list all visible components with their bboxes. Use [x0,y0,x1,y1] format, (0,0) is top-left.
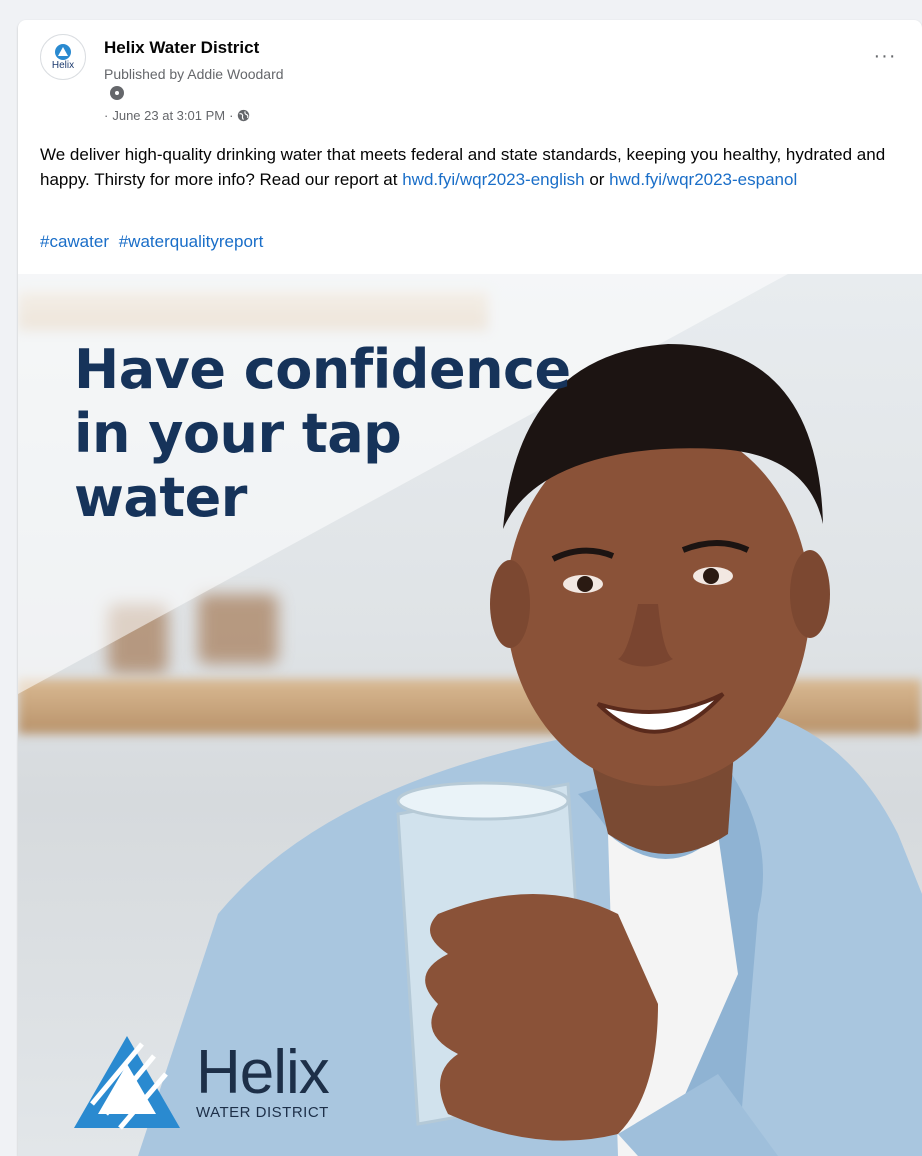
post-image[interactable]: Have confidence in your tap water Helix … [18,274,922,1156]
brand-name: Helix [196,1037,330,1107]
brand-words: Helix WATER DISTRICT [196,1037,330,1121]
page-avatar[interactable]: Helix [40,34,86,80]
hashtag-cawater[interactable]: #cawater [40,232,109,251]
headline-line-1: Have confidence [74,338,571,401]
post-meta: · June 23 at 3:01 PM · [104,108,250,123]
page-name-link[interactable]: Helix Water District [104,38,259,58]
headline-line-3: water [74,466,247,529]
post-timestamp[interactable]: June 23 at 3:01 PM [112,108,225,123]
body-text-2: or [584,170,610,189]
published-by: Published by Addie Woodard [104,66,284,82]
hashtags: #cawater #waterqualityreport [40,232,268,252]
location-pin-icon[interactable] [110,86,124,100]
meta-prefix: · [104,108,109,123]
meta-separator: · [229,108,234,123]
brand-subtitle: WATER DISTRICT [196,1103,329,1121]
helix-logo-icon [55,43,71,60]
avatar-text: Helix [51,59,75,71]
report-link-english[interactable]: hwd.fyi/wqr2023-english [402,170,584,189]
facebook-post: Helix Helix Water District Published by … [18,20,922,1156]
image-headline: Have confidence in your tap water [74,338,634,530]
hashtag-waterqualityreport[interactable]: #waterqualityreport [119,232,264,251]
post-header: Helix Helix Water District Published by … [18,20,922,130]
post-body: We deliver high-quality drinking water t… [40,142,900,192]
helix-brand-logo: Helix WATER DISTRICT [72,1034,330,1130]
more-options-icon[interactable]: ··· [870,46,900,66]
report-link-espanol[interactable]: hwd.fyi/wqr2023-espanol [609,170,797,189]
headline-line-2: in your tap [74,402,402,465]
helix-triangle-logo-icon [74,1036,180,1130]
globe-icon[interactable] [237,109,250,122]
